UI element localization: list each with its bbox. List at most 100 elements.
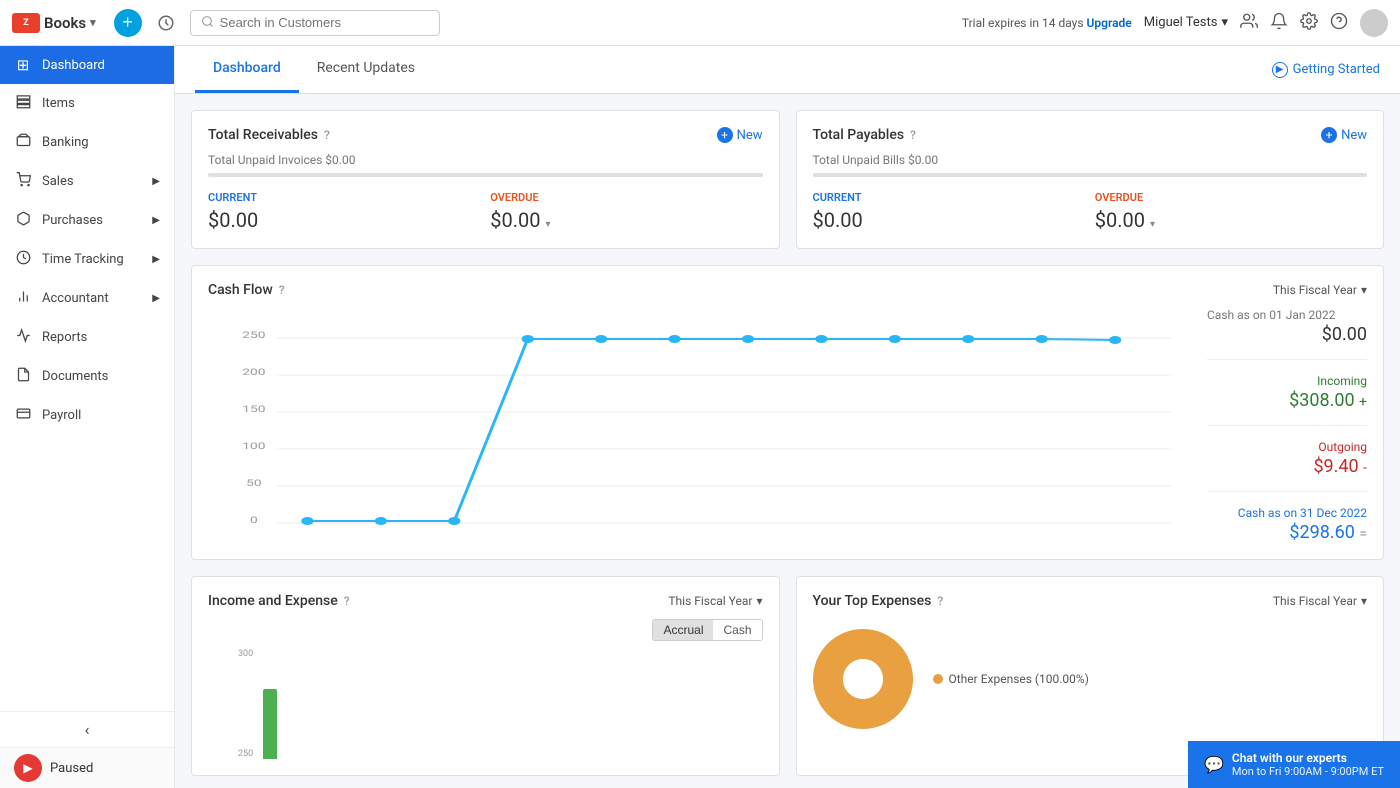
cashflow-open-value: $0.00 xyxy=(1207,324,1367,345)
sidebar-item-banking[interactable]: Banking xyxy=(0,123,174,162)
payables-current: CURRENT $0.00 xyxy=(813,191,1085,232)
ie-y-250: 250 xyxy=(238,749,253,759)
tab-dashboard[interactable]: Dashboard xyxy=(195,46,299,93)
payables-card: Total Payables ? + New Total Unpaid Bill… xyxy=(796,110,1385,249)
sidebar-label-payroll: Payroll xyxy=(42,408,81,423)
search-input[interactable] xyxy=(220,15,429,30)
upgrade-link[interactable]: Upgrade xyxy=(1087,16,1132,30)
svg-text:Jan: Jan xyxy=(297,527,317,528)
svg-text:May: May xyxy=(590,527,613,528)
top-expenses-content: Other Expenses (100.00%) xyxy=(813,619,1368,729)
add-button[interactable]: + xyxy=(114,9,142,37)
search-box[interactable] xyxy=(190,10,440,36)
chat-icon: 💬 xyxy=(1204,755,1224,774)
payables-overdue: OVERDUE $0.00 ▾ xyxy=(1095,191,1367,232)
purchases-chevron-icon: ▶ xyxy=(152,215,160,226)
ie-header: Income and Expense ? This Fiscal Year ▾ xyxy=(208,593,763,609)
sidebar-collapse-btn[interactable]: ‹ xyxy=(0,712,174,747)
top-expenses-fiscal-select[interactable]: This Fiscal Year ▾ xyxy=(1273,594,1367,608)
getting-started-link[interactable]: ▶ Getting Started xyxy=(1272,62,1380,78)
collapse-icon: ‹ xyxy=(85,720,90,739)
cashflow-incoming-item: Incoming $308.00 + xyxy=(1207,374,1367,411)
ie-bar-income xyxy=(263,689,277,759)
legend-dot-other xyxy=(933,674,943,684)
cashflow-header: Cash Flow ? This Fiscal Year ▾ xyxy=(208,282,1367,298)
payables-overdue-chevron-icon[interactable]: ▾ xyxy=(1150,219,1155,230)
payables-unpaid-label: Total Unpaid Bills $0.00 xyxy=(813,153,1368,167)
sidebar-item-sales[interactable]: Sales ▶ xyxy=(0,162,174,201)
cash-toggle-btn[interactable]: Cash xyxy=(713,620,761,640)
sidebar-item-reports[interactable]: Reports xyxy=(0,318,174,357)
logo-chevron-icon[interactable]: ▾ xyxy=(90,16,96,29)
time-tracking-icon xyxy=(14,250,32,269)
receivables-overdue-chevron-icon[interactable]: ▾ xyxy=(545,219,550,230)
payables-info-icon[interactable]: ? xyxy=(910,128,916,142)
cashflow-info-icon[interactable]: ? xyxy=(279,283,285,297)
cashflow-card: Cash Flow ? This Fiscal Year ▾ 0 xyxy=(191,265,1384,560)
history-icon[interactable] xyxy=(152,9,180,37)
receivables-info-icon[interactable]: ? xyxy=(324,128,330,142)
trial-text: Trial expires in 14 days Upgrade xyxy=(962,16,1132,30)
svg-text:Jun: Jun xyxy=(664,527,684,528)
svg-text:Aug: Aug xyxy=(811,527,833,528)
ie-y-axis: 300 250 xyxy=(238,649,259,759)
receivables-card: Total Receivables ? + New Total Unpaid I… xyxy=(191,110,780,249)
payables-plus-icon: + xyxy=(1321,127,1337,143)
incoming-plus-icon: + xyxy=(1359,394,1367,410)
sidebar: ⊞ Dashboard Items Banking xyxy=(0,46,175,788)
svg-text:Jul: Jul xyxy=(740,527,756,528)
top-expenses-legend: Other Expenses (100.00%) xyxy=(933,672,1089,686)
receivables-overdue: OVERDUE $0.00 ▾ xyxy=(490,191,762,232)
ie-info-icon[interactable]: ? xyxy=(344,594,350,608)
record-button[interactable]: ▶ xyxy=(14,754,42,782)
user-menu[interactable]: Miguel Tests ▾ xyxy=(1144,15,1228,30)
receivables-new-button[interactable]: + New xyxy=(717,127,763,143)
cashflow-fiscal-select[interactable]: This Fiscal Year ▾ xyxy=(1273,283,1367,297)
cashflow-outgoing-value: $9.40 - xyxy=(1207,456,1367,477)
cashflow-svg: 0 50 100 150 200 250 xyxy=(208,308,1187,528)
sidebar-item-dashboard[interactable]: ⊞ Dashboard xyxy=(0,46,174,84)
documents-icon xyxy=(14,367,32,386)
tab-recent-updates[interactable]: Recent Updates xyxy=(299,46,433,93)
settings-icon[interactable] xyxy=(1300,12,1318,34)
paused-label: Paused xyxy=(50,761,93,776)
notifications-icon[interactable] xyxy=(1270,12,1288,34)
contacts-icon[interactable] xyxy=(1240,12,1258,34)
top-bar: Z Books ▾ + Trial expires in 14 days Upg… xyxy=(0,0,1400,46)
chat-hours: Mon to Fri 9:00AM - 9:00PM ET xyxy=(1232,765,1384,778)
cashflow-incoming-label: Incoming xyxy=(1207,374,1367,388)
legend-label-other: Other Expenses (100.00%) xyxy=(949,672,1089,686)
chat-widget[interactable]: 💬 Chat with our experts Mon to Fri 9:00A… xyxy=(1188,741,1400,788)
tabs: Dashboard Recent Updates xyxy=(195,46,433,93)
help-icon[interactable] xyxy=(1330,12,1348,34)
sidebar-item-payroll[interactable]: Payroll xyxy=(0,396,174,435)
payables-overdue-label: OVERDUE xyxy=(1095,191,1367,204)
search-icon xyxy=(201,15,214,31)
zoho-logo[interactable]: Z Books ▾ xyxy=(12,13,96,33)
cashflow-divider-3 xyxy=(1207,491,1367,492)
svg-text:Nov: Nov xyxy=(1031,527,1053,528)
sidebar-item-documents[interactable]: Documents xyxy=(0,357,174,396)
svg-text:200: 200 xyxy=(242,366,265,377)
avatar[interactable] xyxy=(1360,9,1388,37)
receivables-current-label: CURRENT xyxy=(208,191,480,204)
sidebar-item-items[interactable]: Items xyxy=(0,84,174,123)
sidebar-item-purchases[interactable]: Purchases ▶ xyxy=(0,201,174,240)
accrual-toggle-btn[interactable]: Accrual xyxy=(653,620,713,640)
top-expenses-info-icon[interactable]: ? xyxy=(937,594,943,608)
sidebar-item-accountant[interactable]: Accountant ▶ xyxy=(0,279,174,318)
payables-new-button[interactable]: + New xyxy=(1321,127,1367,143)
svg-text:Feb: Feb xyxy=(371,527,391,528)
receivables-overdue-value: $0.00 ▾ xyxy=(490,208,762,232)
svg-text:100: 100 xyxy=(242,440,265,451)
receivables-current: CURRENT $0.00 xyxy=(208,191,480,232)
cashflow-divider-2 xyxy=(1207,425,1367,426)
receivables-title: Total Receivables ? xyxy=(208,127,330,143)
payables-current-value: $0.00 xyxy=(813,208,1085,232)
ie-fiscal-select[interactable]: This Fiscal Year ▾ xyxy=(668,594,762,608)
cashflow-close-label: Cash as on 31 Dec 2022 xyxy=(1207,506,1367,520)
app-container: Z Books ▾ + Trial expires in 14 days Upg… xyxy=(0,0,1400,788)
sales-icon xyxy=(14,172,32,191)
dashboard-body: Total Receivables ? + New Total Unpaid I… xyxy=(175,94,1400,788)
sidebar-item-time-tracking[interactable]: Time Tracking ▶ xyxy=(0,240,174,279)
